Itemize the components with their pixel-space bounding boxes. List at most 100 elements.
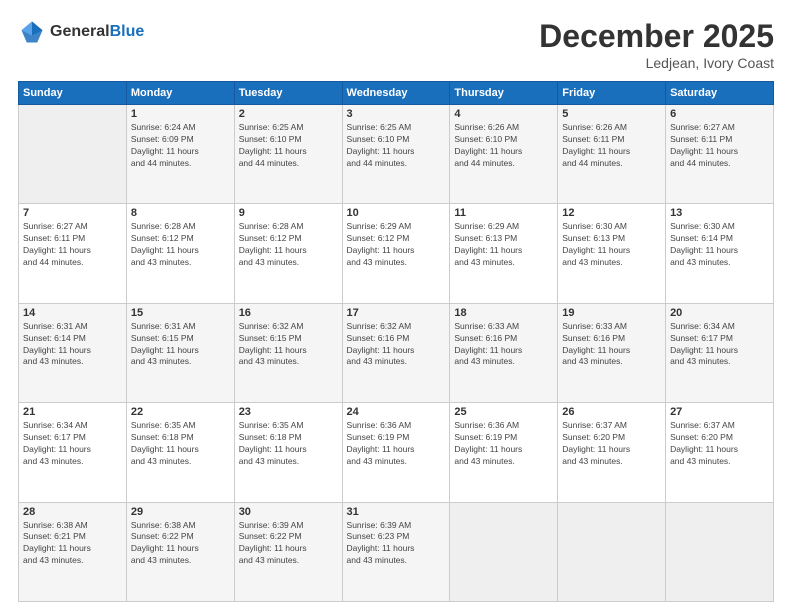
day-info: Sunrise: 6:37 AM Sunset: 6:20 PM Dayligh… <box>562 420 661 468</box>
table-row: 18 Sunrise: 6:33 AM Sunset: 6:16 PM Dayli… <box>450 303 558 402</box>
day-info: Sunrise: 6:25 AM Sunset: 6:10 PM Dayligh… <box>239 122 338 170</box>
table-row: 22 Sunrise: 6:35 AM Sunset: 6:18 PM Dayli… <box>126 403 234 502</box>
day-number: 23 <box>239 406 338 418</box>
day-info: Sunrise: 6:33 AM Sunset: 6:16 PM Dayligh… <box>562 321 661 369</box>
day-info: Sunrise: 6:32 AM Sunset: 6:15 PM Dayligh… <box>239 321 338 369</box>
table-row: 10 Sunrise: 6:29 AM Sunset: 6:12 PM Dayli… <box>342 204 450 303</box>
day-number: 16 <box>239 307 338 319</box>
day-number: 18 <box>454 307 553 319</box>
table-row: 25 Sunrise: 6:36 AM Sunset: 6:19 PM Dayli… <box>450 403 558 502</box>
table-row: 23 Sunrise: 6:35 AM Sunset: 6:18 PM Dayli… <box>234 403 342 502</box>
logo-icon <box>18 18 46 46</box>
day-number: 21 <box>23 406 122 418</box>
day-number: 1 <box>131 108 230 120</box>
day-info: Sunrise: 6:26 AM Sunset: 6:10 PM Dayligh… <box>454 122 553 170</box>
table-row: 31 Sunrise: 6:39 AM Sunset: 6:23 PM Dayli… <box>342 502 450 601</box>
day-info: Sunrise: 6:29 AM Sunset: 6:13 PM Dayligh… <box>454 221 553 269</box>
table-row: 19 Sunrise: 6:33 AM Sunset: 6:16 PM Dayli… <box>558 303 666 402</box>
title-block: December 2025 Ledjean, Ivory Coast <box>539 18 774 71</box>
calendar-week-row: 28 Sunrise: 6:38 AM Sunset: 6:21 PM Dayli… <box>19 502 774 601</box>
table-row: 16 Sunrise: 6:32 AM Sunset: 6:15 PM Dayli… <box>234 303 342 402</box>
day-info: Sunrise: 6:37 AM Sunset: 6:20 PM Dayligh… <box>670 420 769 468</box>
day-number: 26 <box>562 406 661 418</box>
day-info: Sunrise: 6:28 AM Sunset: 6:12 PM Dayligh… <box>131 221 230 269</box>
col-thursday: Thursday <box>450 82 558 105</box>
col-tuesday: Tuesday <box>234 82 342 105</box>
day-info: Sunrise: 6:34 AM Sunset: 6:17 PM Dayligh… <box>670 321 769 369</box>
day-number: 10 <box>347 207 446 219</box>
calendar-header-row: Sunday Monday Tuesday Wednesday Thursday… <box>19 82 774 105</box>
day-info: Sunrise: 6:29 AM Sunset: 6:12 PM Dayligh… <box>347 221 446 269</box>
day-number: 29 <box>131 506 230 518</box>
table-row: 11 Sunrise: 6:29 AM Sunset: 6:13 PM Dayli… <box>450 204 558 303</box>
day-number: 19 <box>562 307 661 319</box>
day-number: 27 <box>670 406 769 418</box>
table-row: 2 Sunrise: 6:25 AM Sunset: 6:10 PM Daylig… <box>234 105 342 204</box>
day-info: Sunrise: 6:34 AM Sunset: 6:17 PM Dayligh… <box>23 420 122 468</box>
day-number: 22 <box>131 406 230 418</box>
table-row: 26 Sunrise: 6:37 AM Sunset: 6:20 PM Dayli… <box>558 403 666 502</box>
day-info: Sunrise: 6:30 AM Sunset: 6:14 PM Dayligh… <box>670 221 769 269</box>
day-number: 9 <box>239 207 338 219</box>
day-number: 5 <box>562 108 661 120</box>
table-row: 14 Sunrise: 6:31 AM Sunset: 6:14 PM Dayli… <box>19 303 127 402</box>
day-number: 20 <box>670 307 769 319</box>
day-info: Sunrise: 6:31 AM Sunset: 6:15 PM Dayligh… <box>131 321 230 369</box>
day-info: Sunrise: 6:38 AM Sunset: 6:21 PM Dayligh… <box>23 520 122 568</box>
table-row <box>666 502 774 601</box>
day-number: 14 <box>23 307 122 319</box>
day-number: 13 <box>670 207 769 219</box>
table-row: 27 Sunrise: 6:37 AM Sunset: 6:20 PM Dayli… <box>666 403 774 502</box>
day-number: 17 <box>347 307 446 319</box>
logo-text: GeneralBlue <box>50 22 144 41</box>
logo-general: General <box>50 23 110 40</box>
day-info: Sunrise: 6:32 AM Sunset: 6:16 PM Dayligh… <box>347 321 446 369</box>
table-row <box>558 502 666 601</box>
location-title: Ledjean, Ivory Coast <box>539 55 774 71</box>
day-number: 11 <box>454 207 553 219</box>
header: GeneralBlue December 2025 Ledjean, Ivory… <box>18 18 774 71</box>
table-row: 15 Sunrise: 6:31 AM Sunset: 6:15 PM Dayli… <box>126 303 234 402</box>
day-number: 28 <box>23 506 122 518</box>
table-row: 8Sunrise: 6:28 AM Sunset: 6:12 PM Daylig… <box>126 204 234 303</box>
day-info: Sunrise: 6:35 AM Sunset: 6:18 PM Dayligh… <box>131 420 230 468</box>
day-info: Sunrise: 6:24 AM Sunset: 6:09 PM Dayligh… <box>131 122 230 170</box>
day-info: Sunrise: 6:31 AM Sunset: 6:14 PM Dayligh… <box>23 321 122 369</box>
logo: GeneralBlue <box>18 18 144 46</box>
day-number: 30 <box>239 506 338 518</box>
day-number: 24 <box>347 406 446 418</box>
day-number: 25 <box>454 406 553 418</box>
day-info: Sunrise: 6:39 AM Sunset: 6:23 PM Dayligh… <box>347 520 446 568</box>
day-info: Sunrise: 6:39 AM Sunset: 6:22 PM Dayligh… <box>239 520 338 568</box>
table-row: 12Sunrise: 6:30 AM Sunset: 6:13 PM Dayli… <box>558 204 666 303</box>
day-info: Sunrise: 6:38 AM Sunset: 6:22 PM Dayligh… <box>131 520 230 568</box>
table-row: 20 Sunrise: 6:34 AM Sunset: 6:17 PM Dayli… <box>666 303 774 402</box>
table-row: 4 Sunrise: 6:26 AM Sunset: 6:10 PM Daylig… <box>450 105 558 204</box>
calendar-week-row: 1 Sunrise: 6:24 AM Sunset: 6:09 PM Daylig… <box>19 105 774 204</box>
col-friday: Friday <box>558 82 666 105</box>
day-number: 31 <box>347 506 446 518</box>
table-row: 1 Sunrise: 6:24 AM Sunset: 6:09 PM Daylig… <box>126 105 234 204</box>
day-info: Sunrise: 6:36 AM Sunset: 6:19 PM Dayligh… <box>454 420 553 468</box>
table-row: 17 Sunrise: 6:32 AM Sunset: 6:16 PM Dayli… <box>342 303 450 402</box>
day-number: 15 <box>131 307 230 319</box>
day-number: 6 <box>670 108 769 120</box>
col-sunday: Sunday <box>19 82 127 105</box>
calendar-week-row: 14 Sunrise: 6:31 AM Sunset: 6:14 PM Dayli… <box>19 303 774 402</box>
day-number: 2 <box>239 108 338 120</box>
day-info: Sunrise: 6:36 AM Sunset: 6:19 PM Dayligh… <box>347 420 446 468</box>
table-row: 5Sunrise: 6:26 AM Sunset: 6:11 PM Daylig… <box>558 105 666 204</box>
col-wednesday: Wednesday <box>342 82 450 105</box>
day-info: Sunrise: 6:35 AM Sunset: 6:18 PM Dayligh… <box>239 420 338 468</box>
table-row: 3Sunrise: 6:25 AM Sunset: 6:10 PM Daylig… <box>342 105 450 204</box>
page: GeneralBlue December 2025 Ledjean, Ivory… <box>0 0 792 612</box>
month-title: December 2025 <box>539 18 774 55</box>
table-row: 9Sunrise: 6:28 AM Sunset: 6:12 PM Daylig… <box>234 204 342 303</box>
table-row: 30 Sunrise: 6:39 AM Sunset: 6:22 PM Dayli… <box>234 502 342 601</box>
day-info: Sunrise: 6:33 AM Sunset: 6:16 PM Dayligh… <box>454 321 553 369</box>
day-info: Sunrise: 6:30 AM Sunset: 6:13 PM Dayligh… <box>562 221 661 269</box>
day-number: 4 <box>454 108 553 120</box>
day-info: Sunrise: 6:27 AM Sunset: 6:11 PM Dayligh… <box>670 122 769 170</box>
table-row <box>19 105 127 204</box>
day-info: Sunrise: 6:25 AM Sunset: 6:10 PM Dayligh… <box>347 122 446 170</box>
